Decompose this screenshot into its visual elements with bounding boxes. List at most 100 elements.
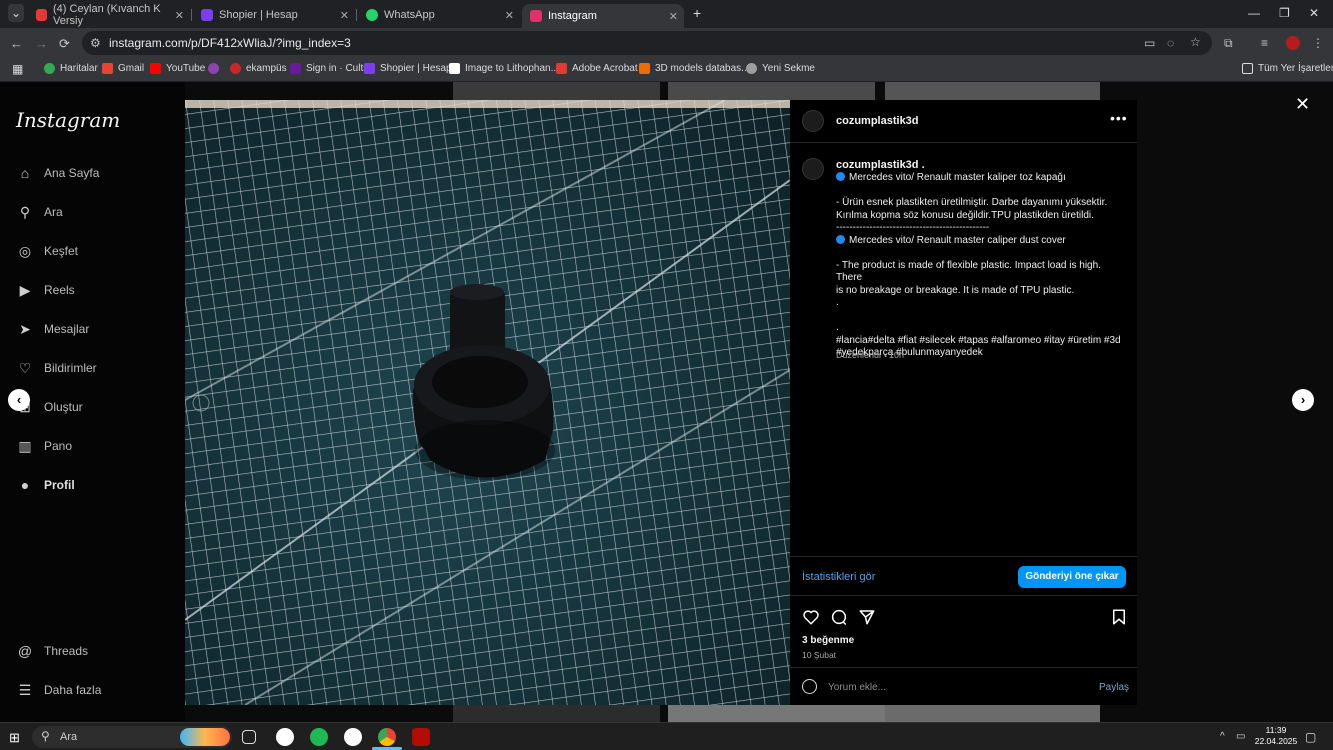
bookmark-shopier[interactable]: Shopier | Hesap [364, 63, 452, 74]
tab-whatsapp[interactable]: WhatsApp ✕ [358, 4, 520, 26]
avatar[interactable] [802, 110, 824, 132]
sidebar-item-more[interactable]: ☰ Daha fazla [16, 681, 102, 699]
sidebar-item-messages[interactable]: ➤ Mesajlar [16, 320, 89, 338]
reload-icon[interactable]: ⟳ [59, 36, 70, 52]
compass-icon: ◎ [18, 242, 32, 259]
sidebar-item-explore[interactable]: ◎ Keşfet [16, 242, 78, 260]
sidebar-item-label: Keşfet [44, 244, 79, 258]
windows-start-icon[interactable]: ⊞ [9, 730, 20, 746]
extensions-icon[interactable]: ⧉ [1224, 36, 1233, 51]
boost-post-button[interactable]: Gönderiyi öne çıkar [1018, 566, 1126, 588]
caption-text: Mercedes vito/ Renault master kaliper to… [849, 172, 1066, 183]
comment-icon[interactable] [830, 608, 848, 626]
cast-icon[interactable]: ▭ [1144, 36, 1155, 50]
post-comment-button[interactable]: Paylaş [1099, 682, 1129, 693]
back-icon[interactable]: ← [10, 36, 23, 51]
post-details-panel: cozumplastik3d ••• cozumplastik3d . Merc… [790, 100, 1137, 705]
bookmark-save-icon[interactable] [1110, 608, 1128, 626]
previous-post-icon[interactable]: ‹ [8, 389, 30, 411]
close-icon[interactable]: ✕ [1295, 94, 1310, 115]
bookmark-label: Shopier | Hesap [380, 63, 452, 74]
close-tab-icon[interactable]: ✕ [340, 9, 349, 22]
view-insights-link[interactable]: İstatistikleri gör [802, 571, 875, 583]
caption-hashtags[interactable]: #lancia#delta #fiat #silecek #tapas #alf… [836, 335, 1128, 348]
avatar[interactable] [802, 158, 824, 180]
network-icon[interactable]: ▭ [1236, 731, 1245, 742]
system-clock[interactable]: 11:39 22.04.2025 [1248, 725, 1304, 747]
bookmark-youtube[interactable]: YouTube [150, 63, 205, 74]
close-tab-icon[interactable]: ✕ [505, 9, 514, 22]
sidebar-item-label: Mesajlar [44, 322, 90, 336]
sidebar-item-home[interactable]: ⌂ Ana Sayfa [16, 164, 100, 182]
bookmark-gmail[interactable]: Gmail [102, 63, 144, 74]
eye-off-icon[interactable]: ◌ [1167, 36, 1174, 50]
star-icon[interactable]: ☆ [1190, 35, 1201, 49]
sidebar-item-reels[interactable]: ▶ Reels [16, 281, 75, 299]
close-tab-icon[interactable]: ✕ [669, 10, 678, 23]
bookmark-lithophane[interactable]: Image to Lithophan... [449, 63, 559, 74]
bookmark-label: Sign in · Cults [306, 63, 369, 74]
close-tab-icon[interactable]: ✕ [175, 9, 184, 22]
illustrator-icon[interactable] [412, 728, 430, 746]
feed-thumbnail [453, 82, 660, 100]
post-date: 10 Şubat [802, 650, 837, 660]
sidebar-item-notifications[interactable]: ♡ Bildirimler [16, 359, 97, 377]
likes-count[interactable]: 3 beğenme [802, 635, 854, 646]
profile-avatar-icon[interactable] [1286, 36, 1300, 50]
spotify-icon[interactable] [310, 728, 328, 746]
sidebar-item-search[interactable]: ⚲ Ara [16, 203, 63, 221]
apps-grid-icon[interactable]: ▦ [12, 62, 23, 76]
acrobat-icon [556, 63, 567, 74]
url-bar[interactable]: ⚙ instagram.com/p/DF412xWliaJ/?img_index… [82, 31, 1212, 55]
instagram-icon [530, 10, 542, 22]
more-options-icon[interactable]: ••• [1110, 110, 1128, 126]
tab-youtube[interactable]: (4) Ceylan (Kıvanch K Versiy ✕ [28, 3, 190, 27]
bookmark-3dmodels[interactable]: 3D models databas... [639, 63, 750, 74]
restore-icon[interactable]: ❐ [1279, 6, 1290, 20]
tab-title: Shopier | Hesap [219, 9, 298, 21]
heart-icon: ♡ [18, 359, 32, 376]
all-bookmarks[interactable]: Tüm Yer İşaretleri [1242, 63, 1333, 74]
bookmark-label: Haritalar [60, 63, 98, 74]
bookmark-haritalar[interactable]: Haritalar [44, 63, 98, 74]
bookmark-unnamed[interactable] [208, 63, 224, 74]
bookmark-label: YouTube [166, 63, 206, 74]
show-hidden-icons[interactable]: ^ [1220, 731, 1225, 742]
tab-search-button[interactable]: ⌄ [8, 4, 24, 22]
yandex-browser-icon[interactable] [276, 728, 294, 746]
kebab-menu-icon[interactable]: ⋮ [1312, 36, 1324, 50]
new-tab-button[interactable]: + [693, 5, 701, 21]
bookmark-label: Yeni Sekme [762, 63, 815, 74]
bookmark-yeni-sekme[interactable]: Yeni Sekme [746, 63, 815, 74]
site-info-icon[interactable]: ⚙ [90, 36, 101, 50]
caption-username[interactable]: cozumplastik3d . [836, 159, 925, 171]
minimize-icon[interactable]: — [1248, 6, 1260, 20]
next-post-icon[interactable]: › [1292, 389, 1314, 411]
post-username[interactable]: cozumplastik3d [836, 115, 919, 127]
instagram-logo[interactable]: Instagram [16, 108, 120, 132]
notifications-icon[interactable]: ▢ [1305, 730, 1316, 744]
caption-text: Mercedes vito/ Renault master caliper du… [849, 234, 1066, 246]
bookmark-ekampus[interactable]: ekampüs [230, 63, 287, 74]
tab-instagram[interactable]: Instagram ✕ [522, 4, 684, 28]
close-window-icon[interactable]: ✕ [1309, 6, 1319, 20]
task-view-icon[interactable] [242, 730, 256, 744]
menu-icon: ☰ [18, 681, 32, 698]
media-icon[interactable]: ≡ [1261, 36, 1268, 50]
emoji-icon[interactable] [802, 679, 817, 694]
sidebar-item-profile[interactable]: ● Profil [16, 476, 75, 494]
forward-icon[interactable]: → [35, 36, 48, 51]
caption-line: - The product is made of flexible plasti… [836, 259, 1104, 284]
taskbar-search[interactable]: ⚲ Ara [32, 726, 232, 748]
like-heart-icon[interactable] [802, 608, 820, 626]
app-icon[interactable] [344, 728, 362, 746]
bookmark-cults[interactable]: Sign in · Cults [290, 63, 368, 74]
tab-shopier[interactable]: Shopier | Hesap ✕ [193, 4, 355, 26]
bookmark-acrobat[interactable]: Adobe Acrobat [556, 63, 638, 74]
share-send-icon[interactable] [858, 608, 876, 626]
comment-input[interactable]: Yorum ekle... [828, 682, 886, 693]
sidebar-item-dashboard[interactable]: ▥ Pano [16, 437, 72, 455]
chrome-icon[interactable] [378, 728, 396, 746]
sidebar-item-threads[interactable]: @ Threads [16, 642, 88, 660]
caption-dot: . [918, 159, 925, 171]
